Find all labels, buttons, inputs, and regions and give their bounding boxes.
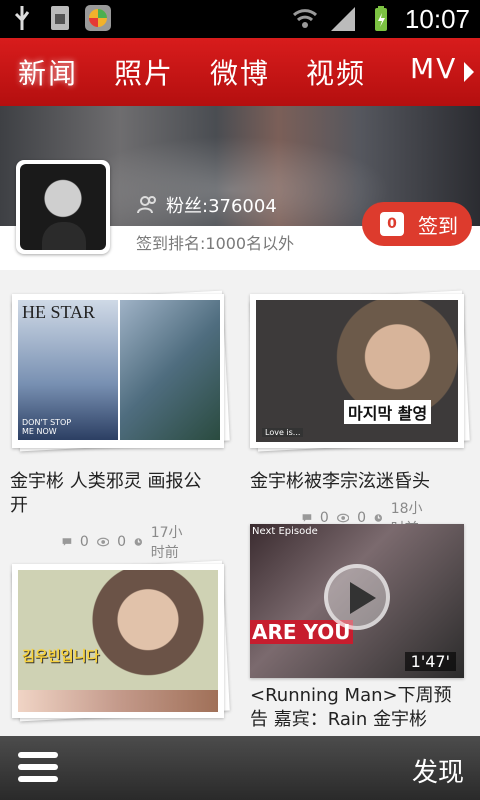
card-1-cover-text: DON'T STOP ME NOW <box>22 418 72 436</box>
video-duration: 1'47' <box>404 652 456 671</box>
tab-mv[interactable]: MV <box>410 52 457 85</box>
discover-button[interactable]: 发现 <box>412 752 464 789</box>
tab-video[interactable]: 视频 <box>306 52 366 92</box>
video-title-line-2: 告 嘉宾：Rain 金宇彬 <box>250 709 427 730</box>
card-stack-front: 마지막 촬영 Love is... <box>250 294 464 448</box>
card-2-title: 金宇彬被李宗泫迷昏头 <box>250 470 478 494</box>
card-3-caption: 김우빈입니다 <box>22 649 100 665</box>
card-3-thumb: 김우빈입니다 <box>18 570 218 712</box>
card-3-thumb-strip <box>18 690 218 712</box>
card-1-meta: 0 0 17小时前 <box>62 522 188 562</box>
video-title-line-1: <Running Man>下周预 <box>250 685 452 706</box>
status-right: 10:07 <box>291 2 470 36</box>
bottom-bar: 发现 <box>0 736 480 800</box>
card-stack-front: HE STAR DON'T STOP ME NOW <box>12 294 224 448</box>
play-icon[interactable] <box>324 564 390 630</box>
checkin-rank: 签到排名:1000名以外 <box>136 234 295 253</box>
card-1-title-line-2: 开 <box>10 495 28 516</box>
card-2-caption: 마지막 촬영 <box>344 400 432 424</box>
usb-icon <box>8 4 36 32</box>
tab-scroll-arrow-icon[interactable] <box>464 62 474 82</box>
card-2-title-line-1: 金宇彬被李宗泫迷昏头 <box>250 471 430 492</box>
card-1-thumb-left: HE STAR DON'T STOP ME NOW <box>18 300 118 440</box>
video-next-episode-label: Next Episode <box>252 526 318 537</box>
signal-icon <box>329 5 357 33</box>
card-2-thumb: 마지막 촬영 Love is... <box>256 300 458 442</box>
fans-text: 粉丝:376004 <box>166 196 277 217</box>
tab-news[interactable]: 新闻 <box>18 52 78 92</box>
comment-icon <box>62 538 72 546</box>
fans-icon <box>137 196 156 214</box>
card-1-title: 金宇彬 人类邪灵 画报公 开 <box>10 470 238 518</box>
clock-icon <box>374 514 383 522</box>
card-1-thumb-right <box>120 300 220 440</box>
video-title: <Running Man>下周预 告 嘉宾：Rain 金宇彬 <box>250 684 478 732</box>
status-left <box>8 4 112 32</box>
card-1-comments: 0 <box>79 534 89 550</box>
checkin-label: 签到 <box>418 213 458 238</box>
card-1-magazine-title: HE STAR <box>22 302 96 322</box>
checkin-button[interactable]: 0 签到 <box>362 202 472 246</box>
avatar-photo <box>20 164 106 250</box>
calendar-icon: 0 <box>380 212 404 236</box>
tab-bar: 新闻 照片 微博 视频 MV <box>0 38 480 106</box>
clock: 10:07 <box>404 4 470 34</box>
tab-weibo[interactable]: 微博 <box>210 52 270 92</box>
card-1-title-line-1: 金宇彬 人类邪灵 画报公 <box>10 471 202 492</box>
video-thumb: Next Episode ARE YOU 1'47' <box>250 524 464 678</box>
card-1-views: 0 <box>117 534 127 550</box>
sim-icon <box>46 4 74 32</box>
card-stack-front: 김우빈입니다 <box>12 564 224 718</box>
wifi-icon <box>291 5 319 33</box>
battery-icon <box>367 5 395 33</box>
card-2-subcaption: Love is... <box>262 428 304 437</box>
avatar[interactable] <box>16 160 110 254</box>
calendar-digit: 0 <box>387 216 397 232</box>
comment-icon <box>302 514 312 522</box>
tab-photos[interactable]: 照片 <box>114 52 174 92</box>
menu-icon[interactable] <box>18 748 58 788</box>
fans-count: 粉丝:376004 <box>136 192 277 218</box>
view-icon <box>96 537 110 547</box>
view-icon <box>336 513 350 523</box>
status-bar: 10:07 <box>0 0 480 38</box>
app-store-icon <box>84 4 112 32</box>
clock-icon <box>134 538 143 546</box>
video-card-frame: Next Episode ARE YOU 1'47' <box>250 524 464 678</box>
card-1-time: 17小时前 <box>150 525 183 561</box>
